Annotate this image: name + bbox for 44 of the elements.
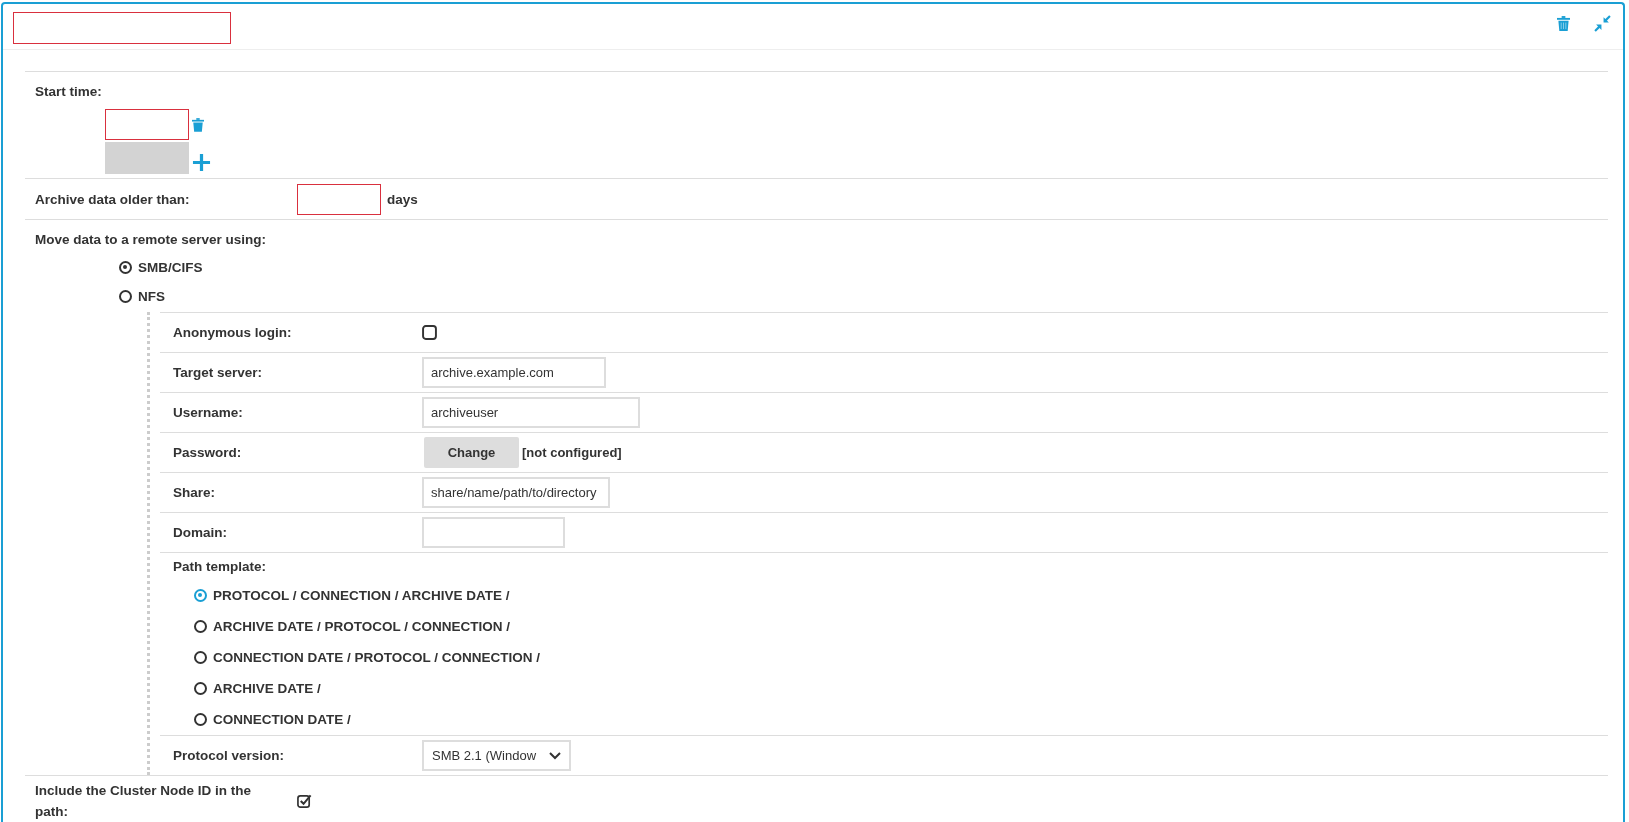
days-field[interactable] xyxy=(297,184,381,215)
radio-button[interactable] xyxy=(194,713,207,726)
radio-label: ARCHIVE DATE / xyxy=(213,681,321,696)
caret-icon xyxy=(549,751,561,760)
protocol-dropdown[interactable]: SMB 2.1 (Window xyxy=(422,740,571,771)
radio-label: CONNECTION DATE / xyxy=(213,712,351,727)
field-label: Target server: xyxy=(172,365,264,380)
field-label: Path template: xyxy=(172,559,268,574)
text-field[interactable]: share/name/path/to/directory xyxy=(422,477,610,508)
password-status: [not configured] xyxy=(522,445,622,460)
delete-icon[interactable] xyxy=(192,117,204,132)
radio-button[interactable] xyxy=(194,682,207,695)
field-label: Anonymous login: xyxy=(172,325,293,340)
field-label: Include the Cluster Node ID in the path: xyxy=(34,782,253,821)
radio-label: PROTOCOL / CONNECTION / ARCHIVE DATE / xyxy=(213,588,510,603)
text-field[interactable] xyxy=(422,517,565,548)
radio-button[interactable] xyxy=(194,651,207,664)
unit-label: days xyxy=(387,192,418,207)
field-label: Domain: xyxy=(172,525,228,540)
field-label: Share: xyxy=(172,485,217,500)
radio-button[interactable] xyxy=(194,620,207,633)
add-icon[interactable] xyxy=(192,152,211,172)
radio-label: CONNECTION DATE / PROTOCOL / CONNECTION / xyxy=(213,650,540,665)
checkbox[interactable] xyxy=(297,793,312,809)
text-field[interactable]: archive.example.com xyxy=(422,357,606,388)
radio-label: SMB/CIFS xyxy=(138,260,203,275)
field-label: Username: xyxy=(172,405,244,420)
radio-button[interactable] xyxy=(119,261,132,274)
field-label: Start time: xyxy=(34,83,103,99)
radio-button[interactable] xyxy=(119,290,132,303)
field-label: Archive data older than: xyxy=(34,192,191,207)
text-field[interactable]: archiveuser xyxy=(422,397,640,428)
radio-label: NFS xyxy=(138,289,165,304)
radio-label: ARCHIVE DATE / PROTOCOL / CONNECTION / xyxy=(213,619,511,634)
checkbox[interactable] xyxy=(422,325,437,340)
delete-icon[interactable] xyxy=(1557,16,1570,31)
field-label: Move data to a remote server using: xyxy=(34,231,268,247)
field-label: Protocol version: xyxy=(172,748,286,763)
collapse-icon[interactable] xyxy=(1594,15,1611,32)
time-field[interactable] xyxy=(105,109,189,140)
change-button[interactable]: Change xyxy=(424,437,519,468)
radio-button[interactable] xyxy=(194,589,207,602)
name-field[interactable] xyxy=(13,12,231,44)
field-label: Password: xyxy=(172,445,243,460)
